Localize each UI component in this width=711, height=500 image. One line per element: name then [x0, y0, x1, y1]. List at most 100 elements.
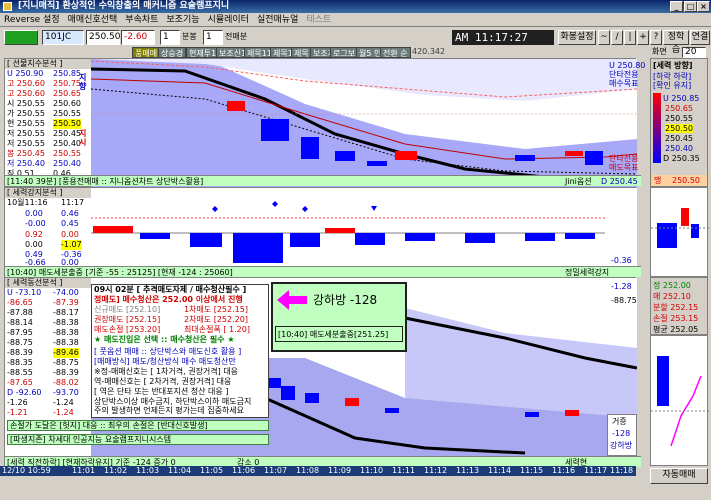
toolbar: 101JC 250.50 -2.60 1 분봉 1 전매분 AM 11:17:2… [0, 27, 711, 55]
power-panel: [ 세력강지분석 ] 10월11:16 11:17 0.00 0.46 -0.0… [4, 187, 641, 277]
target-box: 거죵 -128 강하방 [607, 414, 637, 456]
pw-3-b: -1.07 [61, 240, 82, 250]
dir-val-4: 250.45 [665, 134, 693, 143]
tr-12-b: -1.24 [53, 408, 74, 417]
arrow-left-icon [277, 290, 307, 310]
power-footer: [10:40] 매도세분출중 [기준 -55 : 25125] [현재 -124… [5, 266, 641, 277]
tr-11: -1.26 [7, 398, 28, 407]
tab-3[interactable]: 현재투1 [186, 47, 220, 58]
power-date: 10월11:16 [7, 198, 48, 207]
chart-setting-button[interactable]: 화봉설정 [558, 30, 596, 45]
tr-3-b: -88.38 [53, 318, 79, 327]
clock-icon: AM [455, 31, 475, 44]
put-section: [ 풋옵션 매매 :: 상단박스와 매도신호 활용 ] [94, 347, 242, 356]
tilde-button[interactable]: ~ [598, 30, 610, 45]
side-label-2: 지시 [79, 129, 87, 147]
auto-trade-button[interactable]: 자동매매 [650, 468, 708, 484]
menu-test[interactable]: 테스트 [306, 13, 331, 26]
tab-7[interactable]: 제목 [291, 47, 312, 58]
row-8-b: 250.55 [53, 149, 81, 158]
status-indicator [4, 30, 38, 45]
menu-signal[interactable]: 매매신호선택 [68, 13, 118, 26]
row-6: 저 250.55 [7, 129, 45, 138]
power-side-chart [650, 187, 709, 277]
plus-button[interactable]: + [637, 30, 649, 45]
tr-8: -88.55 [7, 368, 33, 377]
strategy-line-2: 정매도] 매수청산은 252.00 이상에서 진행 [94, 295, 243, 304]
price-field[interactable]: 250.50 [86, 30, 121, 45]
direction-line-1: [하락 하락] [653, 72, 692, 81]
trend-side-chart [650, 335, 709, 466]
bar-button[interactable]: | [624, 30, 636, 45]
minimize-button[interactable]: _ [670, 1, 683, 12]
pw-2-a: 0.92 [25, 230, 43, 239]
row-3: 시 250.55 [7, 99, 45, 108]
change-field: -2.60 [121, 30, 155, 45]
time-13: 11:13 [456, 466, 480, 475]
time-1: 11:01 [72, 466, 96, 475]
dir-val-2: 250.55 [665, 114, 693, 123]
screen-no[interactable]: 20 [682, 47, 706, 58]
row-2: 고 250.60 [7, 89, 45, 98]
order-v3: 분할 252.15 [653, 303, 699, 312]
window-title: [지니매직] 환상적인 수익창출의 매커니즘 요술램프지니 [18, 1, 230, 11]
menu-manual[interactable]: 실전매뉴얼 [257, 13, 298, 26]
menu-aux[interactable]: 보조기능 [166, 13, 199, 26]
clock: AM 11:17:27 [452, 30, 554, 45]
code-select[interactable]: 101JC [42, 30, 84, 45]
put-line-3: 역-매매신호는 [ 2차거격, 권장거격] 대응 [94, 377, 232, 386]
connect-button[interactable]: 연결 [690, 30, 710, 45]
tr-10-b: -93.70 [53, 388, 79, 397]
time-3: 11:03 [136, 466, 160, 475]
menu-simulator[interactable]: 시뮬레이터 [208, 13, 249, 26]
maximize-button[interactable]: □ [684, 1, 697, 12]
direction-gauge [653, 93, 661, 163]
row-0-b: 250.85 [53, 69, 81, 78]
put-line-1: [매매방식] 매도/청산방식 매수 매도청산만 [94, 357, 236, 366]
time-10: 11:10 [360, 466, 384, 475]
power-chart [91, 188, 637, 266]
futures-panel: [ 선물지수분석 ] U 250.90 고 250.60 고 250.60 시 … [4, 58, 645, 188]
time-2: 11:02 [104, 466, 128, 475]
direction-box: [세력 방향] [하락 하락] [확인 유지] U 250.85 250.65 … [650, 58, 708, 187]
close-button[interactable]: × [697, 1, 710, 12]
time-18: 11:18 [610, 466, 634, 475]
tr-0-b: -74.00 [53, 288, 79, 297]
tab-11[interactable]: 전환 순 [380, 47, 411, 58]
time-axis: 12/10 10:59 11:01 11:02 11:03 11:04 11:0… [0, 466, 636, 476]
row-6-b: 250.45 [53, 129, 81, 138]
tr-9: -87.65 [7, 378, 33, 387]
dir-val-5: 250.40 [665, 144, 693, 153]
put-line-6: 주의 발생하면 언제든지 평가는데 집중하세요 [94, 406, 245, 415]
pw-1-b: 0.45 [61, 219, 79, 228]
callout-box: 강하방 -128 [10:40] 매도세분출중[251.25] [271, 282, 407, 352]
time-16: 11:16 [552, 466, 576, 475]
order-v4: 손절 253.15 [653, 314, 699, 323]
tr-8-b: -88.39 [53, 368, 79, 377]
row-5: 현 250.55 [7, 119, 45, 128]
minute-field[interactable]: 1 [160, 30, 180, 45]
strategy-head: 09시 02분 [ 추격매도자제 / 매수청산필수 ] [94, 285, 247, 294]
title-bar: [지니매직] 환상적인 수익창출의 매커니즘 요술램프지니 _ □ × [0, 0, 711, 13]
time-6: 11:06 [232, 466, 256, 475]
slash-button[interactable]: / [611, 30, 623, 45]
trend-table: U -73.10 -86.65 -87.88 -88.14 -87.95 -88… [5, 288, 91, 420]
pw-0-a: 0.00 [25, 209, 43, 218]
menu-reverse[interactable]: Reverse 설정 [4, 13, 60, 26]
side-label-1: 지향 [79, 73, 87, 91]
menu-subchart[interactable]: 부속차트 [125, 13, 158, 26]
row-2-b: 250.65 [53, 89, 81, 98]
tab-2[interactable]: 상승경 [158, 47, 187, 58]
tr-3: -88.14 [7, 318, 33, 327]
row-9-b: 250.40 [53, 159, 81, 168]
days-label: 전매분 [225, 32, 248, 41]
strategy-new-sell: 신규매도 [252.10] [94, 305, 161, 314]
strategy-box: 09시 02분 [ 추격매도자제 / 매수청산필수 ] 정매도] 매수청산은 2… [91, 284, 269, 418]
help-button[interactable]: ? [650, 30, 662, 45]
strategy-rec-sell: 권장매도 [252.15] [94, 315, 161, 324]
learn-button[interactable]: 정학습 [663, 30, 689, 55]
tab-1[interactable]: 풍매매 [132, 47, 161, 58]
days-field[interactable]: 1 [203, 30, 223, 45]
pw-1-a: -0.00 [25, 219, 46, 228]
tr-4-b: -88.38 [53, 328, 79, 337]
